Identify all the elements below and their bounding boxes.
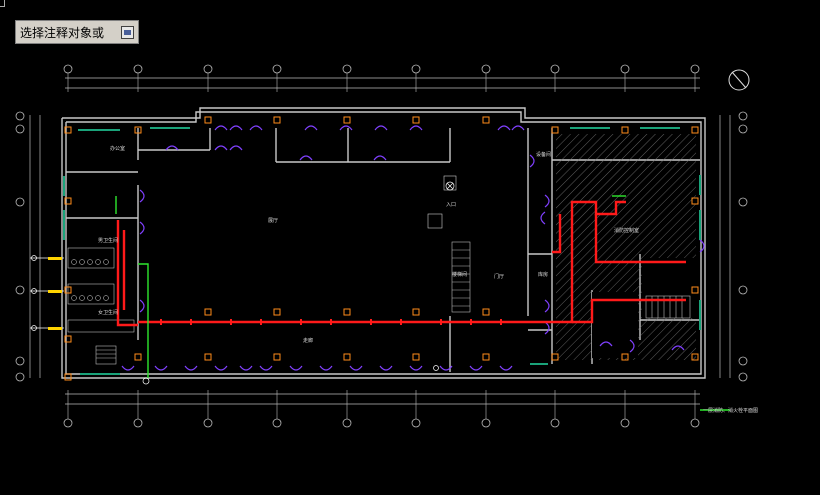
room-label-entrance: 入口 (446, 202, 456, 208)
room-label-stair: 楼梯间 (452, 271, 467, 278)
room-label-corridor: 走廊 (303, 337, 313, 344)
room-label-fire-room: 消防控制室 (614, 227, 639, 234)
room-label-toilet-m: 男卫生间 (98, 237, 118, 244)
command-prompt-box[interactable]: 选择注释对象或 (15, 20, 139, 44)
cad-drawing-canvas[interactable]: 展厅 办公室 走廊 门厅 楼梯间 消防控制室 库房 男卫生间 女卫生间 设备间 … (0, 0, 820, 495)
room-label-office: 办公室 (110, 145, 125, 152)
room-label-storage: 库房 (538, 271, 548, 278)
hydrant-cabinets (48, 257, 62, 330)
north-arrow-icon (728, 69, 750, 91)
drawing-legend: 一层消防、消火栓平面图 (703, 407, 758, 414)
room-label-toilet-f: 女卫生间 (98, 309, 118, 316)
command-prompt-text: 选择注释对象或 (20, 25, 105, 40)
room-label-lobby: 门厅 (494, 273, 504, 280)
hydrant-icon (30, 181, 455, 385)
prompt-options-button[interactable] (121, 25, 134, 39)
room-label-equip: 设备间 (536, 151, 551, 158)
room-label-hall: 展厅 (268, 218, 278, 224)
